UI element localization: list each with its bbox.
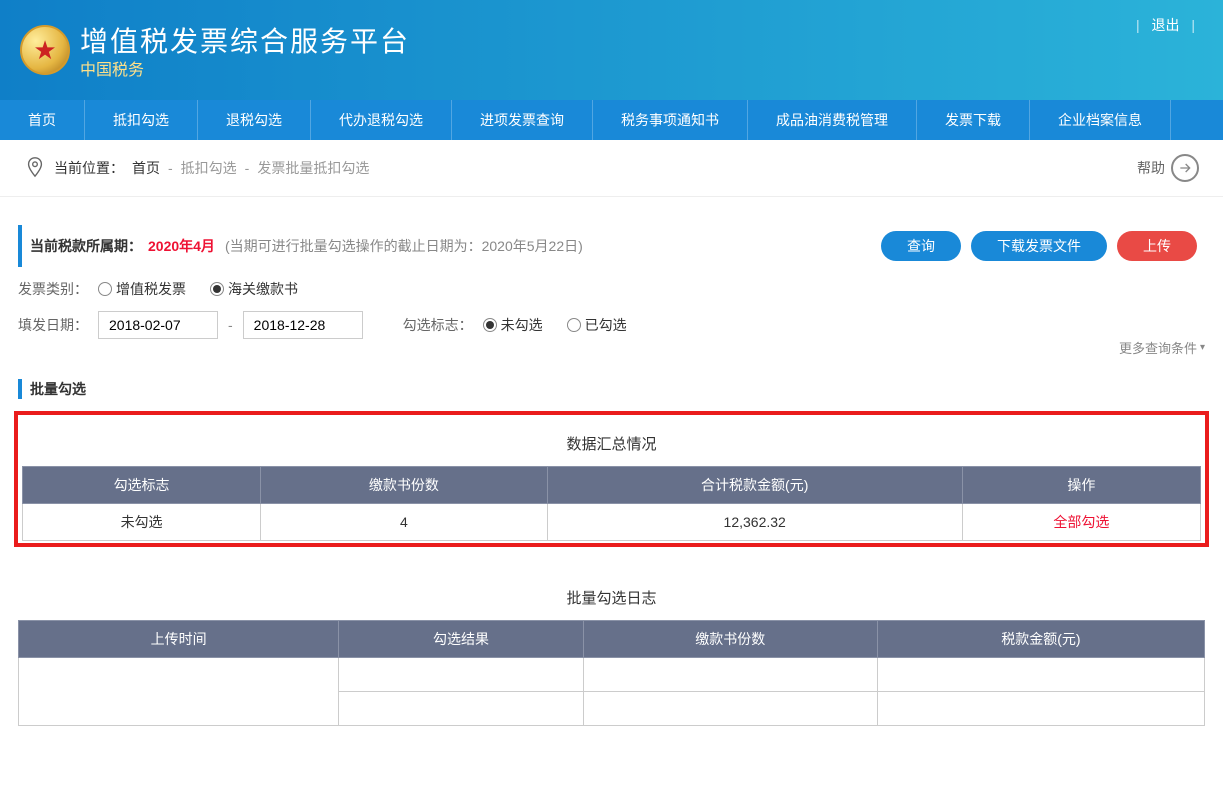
download-invoice-button[interactable]: 下载发票文件 xyxy=(971,231,1107,261)
summary-highlight-box: 数据汇总情况 勾选标志 缴款书份数 合计税款金额(元) 操作 未勾选 4 12,… xyxy=(14,411,1209,547)
log-table: 上传时间 勾选结果 缴款书份数 税款金额(元) xyxy=(18,620,1205,726)
more-filters-label: 更多查询条件 xyxy=(1119,338,1197,357)
select-all-link[interactable]: 全部勾选 xyxy=(1053,514,1109,530)
col-action: 操作 xyxy=(962,467,1200,504)
radio-icon xyxy=(98,282,112,296)
col-check-result: 勾选结果 xyxy=(339,621,584,658)
period-hint: (当期可进行批量勾选操作的截止日期为：2020年5月22日) xyxy=(225,236,583,256)
nav-input-query[interactable]: 进项发票查询 xyxy=(452,100,593,140)
help-label: 帮助 xyxy=(1137,158,1165,178)
more-filters-toggle[interactable]: 更多查询条件 ▾ xyxy=(1119,338,1205,357)
radio-label: 海关缴款书 xyxy=(228,279,298,299)
nav-download[interactable]: 发票下载 xyxy=(917,100,1030,140)
log-caption: 批量勾选日志 xyxy=(18,575,1205,620)
nav-oil-tax[interactable]: 成品油消费税管理 xyxy=(748,100,917,140)
logo-block: ★ 增值税发票综合服务平台 中国税务 xyxy=(20,20,410,80)
cell-empty xyxy=(583,692,877,726)
divider: | xyxy=(1191,17,1195,33)
date-flag-row: 填发日期： - 勾选标志： 未勾选 已勾选 更多查询条件 ▾ xyxy=(18,311,1205,339)
col-doc-count: 缴款书份数 xyxy=(583,621,877,658)
radio-label: 已勾选 xyxy=(585,315,627,335)
cell-empty xyxy=(19,658,339,726)
divider: | xyxy=(1136,17,1140,33)
cell-amount: 12,362.32 xyxy=(547,504,962,541)
nav-refund[interactable]: 退税勾选 xyxy=(198,100,311,140)
table-row xyxy=(19,658,1205,692)
col-check-flag: 勾选标志 xyxy=(23,467,261,504)
col-tax-amount: 税款金额(元) xyxy=(877,621,1204,658)
date-dash: - xyxy=(228,317,233,333)
org-sublogo: 中国税务 xyxy=(80,56,410,80)
radio-label: 未勾选 xyxy=(501,315,543,335)
check-flag-label: 勾选标志： xyxy=(403,315,473,335)
app-header: ★ 增值税发票综合服务平台 中国税务 | 退出 | xyxy=(0,0,1223,100)
col-total-tax: 合计税款金额(元) xyxy=(547,467,962,504)
breadcrumb-sep: - xyxy=(168,160,173,176)
arrow-right-circle-icon xyxy=(1171,154,1199,182)
upload-button[interactable]: 上传 xyxy=(1117,231,1197,261)
radio-checked[interactable]: 已勾选 xyxy=(567,315,627,335)
cell-empty xyxy=(877,658,1204,692)
batch-section-title: 批量勾选 xyxy=(18,379,1205,399)
invoice-type-label: 发票类别： xyxy=(18,279,88,299)
nav-deduct[interactable]: 抵扣勾选 xyxy=(85,100,198,140)
breadcrumb-level3: 发票批量抵扣勾选 xyxy=(257,158,369,178)
logout-link[interactable]: 退出 xyxy=(1151,17,1179,33)
nav-home[interactable]: 首页 xyxy=(0,100,85,140)
date-from-input[interactable] xyxy=(98,311,218,339)
radio-customs-payment[interactable]: 海关缴款书 xyxy=(210,279,298,299)
cell-empty xyxy=(339,658,584,692)
breadcrumb-sep: - xyxy=(245,160,250,176)
nav-agent-refund[interactable]: 代办退税勾选 xyxy=(311,100,452,140)
chevron-down-icon: ▾ xyxy=(1200,342,1205,353)
col-doc-count: 缴款书份数 xyxy=(261,467,547,504)
issue-date-label: 填发日期： xyxy=(18,315,88,335)
summary-table: 勾选标志 缴款书份数 合计税款金额(元) 操作 未勾选 4 12,362.32 … xyxy=(22,466,1201,541)
cell-empty xyxy=(877,692,1204,726)
breadcrumb-level2[interactable]: 抵扣勾选 xyxy=(181,158,237,178)
cell-empty xyxy=(583,658,877,692)
tax-emblem-icon: ★ xyxy=(20,25,70,75)
period-label: 当前税款所属期： xyxy=(30,236,142,256)
breadcrumb-row: 当前位置： 首页 - 抵扣勾选 - 发票批量抵扣勾选 帮助 xyxy=(0,140,1223,197)
breadcrumb-home[interactable]: 首页 xyxy=(132,158,160,178)
col-upload-time: 上传时间 xyxy=(19,621,339,658)
radio-unchecked[interactable]: 未勾选 xyxy=(483,315,543,335)
cell-flag: 未勾选 xyxy=(23,504,261,541)
radio-icon xyxy=(483,318,497,332)
table-row: 未勾选 4 12,362.32 全部勾选 xyxy=(23,504,1201,541)
nav-enterprise[interactable]: 企业档案信息 xyxy=(1030,100,1171,140)
site-title: 增值税发票综合服务平台 xyxy=(80,20,410,60)
main-nav: 首页 抵扣勾选 退税勾选 代办退税勾选 进项发票查询 税务事项通知书 成品油消费… xyxy=(0,100,1223,140)
radio-vat-invoice[interactable]: 增值税发票 xyxy=(98,279,186,299)
header-right: | 退出 | xyxy=(1128,15,1203,35)
nav-tax-notice[interactable]: 税务事项通知书 xyxy=(593,100,748,140)
location-pin-icon xyxy=(24,156,46,181)
breadcrumb-prefix: 当前位置： xyxy=(54,158,124,178)
radio-icon xyxy=(210,282,224,296)
query-button[interactable]: 查询 xyxy=(881,231,961,261)
radio-icon xyxy=(567,318,581,332)
date-to-input[interactable] xyxy=(243,311,363,339)
help-button[interactable]: 帮助 xyxy=(1137,154,1199,182)
cell-empty xyxy=(339,692,584,726)
period-row: 当前税款所属期： 2020年4月 (当期可进行批量勾选操作的截止日期为：2020… xyxy=(18,225,1205,267)
summary-caption: 数据汇总情况 xyxy=(22,421,1201,466)
invoice-type-row: 发票类别： 增值税发票 海关缴款书 xyxy=(18,279,1205,299)
cell-count: 4 xyxy=(261,504,547,541)
period-value: 2020年4月 xyxy=(148,236,215,256)
radio-label: 增值税发票 xyxy=(116,279,186,299)
